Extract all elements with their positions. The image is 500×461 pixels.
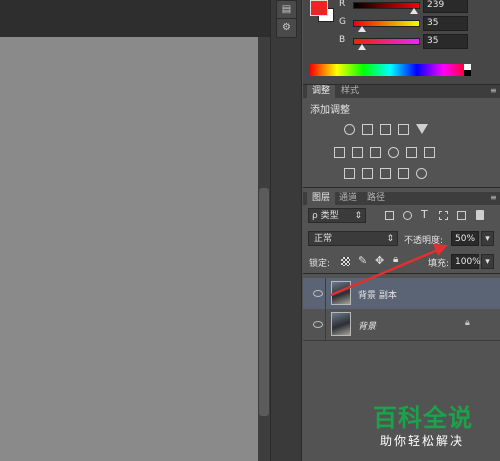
document-canvas[interactable] — [0, 37, 258, 461]
gradient-map-icon[interactable] — [398, 168, 409, 179]
layer-list-divider — [303, 273, 500, 274]
layer-column-divider — [325, 278, 326, 309]
chevron-down-icon: ▾ — [485, 234, 490, 244]
levels-icon[interactable] — [362, 124, 373, 135]
lock-all-icon[interactable]: 🔒︎ — [393, 254, 398, 265]
channel-slider-thumb-g[interactable] — [358, 26, 366, 32]
opacity-dropdown-button[interactable]: ▾ — [481, 231, 494, 246]
color-spectrum-bar[interactable] — [310, 64, 470, 76]
layer-name[interactable]: 背景 副本 — [358, 288, 397, 301]
layer-thumbnail[interactable] — [331, 281, 351, 305]
layers-menu-icon[interactable]: ≡ — [490, 193, 497, 202]
properties-panel-button[interactable]: ⚙ — [276, 18, 297, 38]
history-icon: ▤ — [281, 4, 292, 15]
lock-label: 锁定: — [309, 259, 331, 269]
curves-icon[interactable] — [380, 124, 391, 135]
layer-name[interactable]: 背景 — [358, 319, 376, 332]
chevron-down-icon: ⇕ — [386, 234, 394, 244]
opacity-label: 不透明度: — [404, 236, 444, 246]
eye-icon[interactable] — [313, 290, 323, 297]
lock-icon: 🔒︎ — [465, 318, 470, 328]
gradient-triangle-icon[interactable] — [416, 124, 428, 134]
eye-icon[interactable] — [313, 321, 323, 328]
threshold-icon[interactable] — [380, 168, 391, 179]
tab-channels[interactable]: 通道 — [334, 192, 362, 205]
lock-position-icon[interactable]: ✥ — [375, 254, 384, 267]
filter-toggle-icon[interactable] — [476, 210, 484, 220]
photo-filter-icon[interactable] — [388, 147, 399, 158]
channel-value-b[interactable]: 35 — [423, 34, 468, 49]
lock-transparent-icon[interactable] — [341, 257, 350, 266]
invert-icon[interactable] — [344, 168, 355, 179]
history-panel-button[interactable]: ▤ — [276, 0, 297, 20]
channel-value-g[interactable]: 35 — [423, 16, 468, 31]
fill-label: 填充: — [428, 259, 450, 269]
posterize-icon[interactable] — [362, 168, 373, 179]
channel-label-r: R — [339, 0, 346, 9]
fill-input[interactable]: 100% — [451, 254, 481, 269]
properties-icon: ⚙ — [282, 22, 291, 33]
color-lookup-icon[interactable] — [424, 147, 435, 158]
shape-filter-icon[interactable] — [439, 211, 448, 220]
layer-column-divider — [325, 309, 326, 340]
brightness-contrast-icon[interactable] — [344, 124, 355, 135]
channel-label-b: B — [339, 35, 346, 45]
fill-dropdown-button[interactable]: ▾ — [481, 254, 494, 269]
exposure-icon[interactable] — [398, 124, 409, 135]
tab-styles[interactable]: 样式 — [336, 85, 364, 98]
channel-slider-thumb-r[interactable] — [410, 8, 418, 14]
type-filter-icon[interactable]: T — [421, 208, 428, 221]
balance-icon[interactable] — [352, 147, 363, 158]
watermark-subtitle: 助你轻松解决 — [380, 434, 465, 448]
selective-color-icon[interactable] — [416, 168, 427, 179]
layer-filter-select[interactable]: ρ 类型 ⇕ — [308, 208, 366, 223]
pixel-filter-icon[interactable] — [385, 211, 394, 220]
layer-thumbnail[interactable] — [331, 312, 351, 336]
vertical-scrollbar-thumb[interactable] — [259, 188, 269, 416]
channel-value-r[interactable]: 239 — [423, 0, 468, 13]
opacity-input[interactable]: 50% — [451, 231, 479, 246]
foreground-color-swatch[interactable] — [310, 0, 328, 16]
document-top-bar — [0, 0, 270, 37]
channel-slider-thumb-b[interactable] — [358, 44, 366, 50]
watermark-title: 百科全说 — [373, 404, 473, 432]
adjustments-menu-icon[interactable]: ≡ — [490, 86, 497, 95]
chevron-down-icon: ▾ — [485, 257, 490, 267]
channel-label-g: G — [339, 17, 346, 27]
tab-layers[interactable]: 图层 — [307, 192, 336, 205]
lock-image-icon[interactable]: ✎ — [358, 254, 367, 267]
adjustments-title: 添加调整 — [310, 105, 350, 116]
panel-icon-strip — [270, 0, 302, 461]
blend-mode-select[interactable]: 正常 ⇕ — [308, 231, 398, 246]
tab-adjustments[interactable]: 调整 — [307, 85, 336, 98]
blend-mode-value: 正常 — [314, 234, 333, 244]
black-white-ramp[interactable] — [464, 64, 471, 76]
tab-paths[interactable]: 路径 — [362, 192, 390, 205]
adjustment-filter-icon[interactable] — [403, 211, 412, 220]
layer-filter-label: ρ 类型 — [312, 211, 339, 221]
chevron-down-icon: ⇕ — [354, 211, 362, 221]
channel-mixer-icon[interactable] — [406, 147, 417, 158]
smart-object-filter-icon[interactable] — [457, 211, 466, 220]
vibrance-icon[interactable] — [334, 147, 345, 158]
black-white-icon[interactable] — [370, 147, 381, 158]
